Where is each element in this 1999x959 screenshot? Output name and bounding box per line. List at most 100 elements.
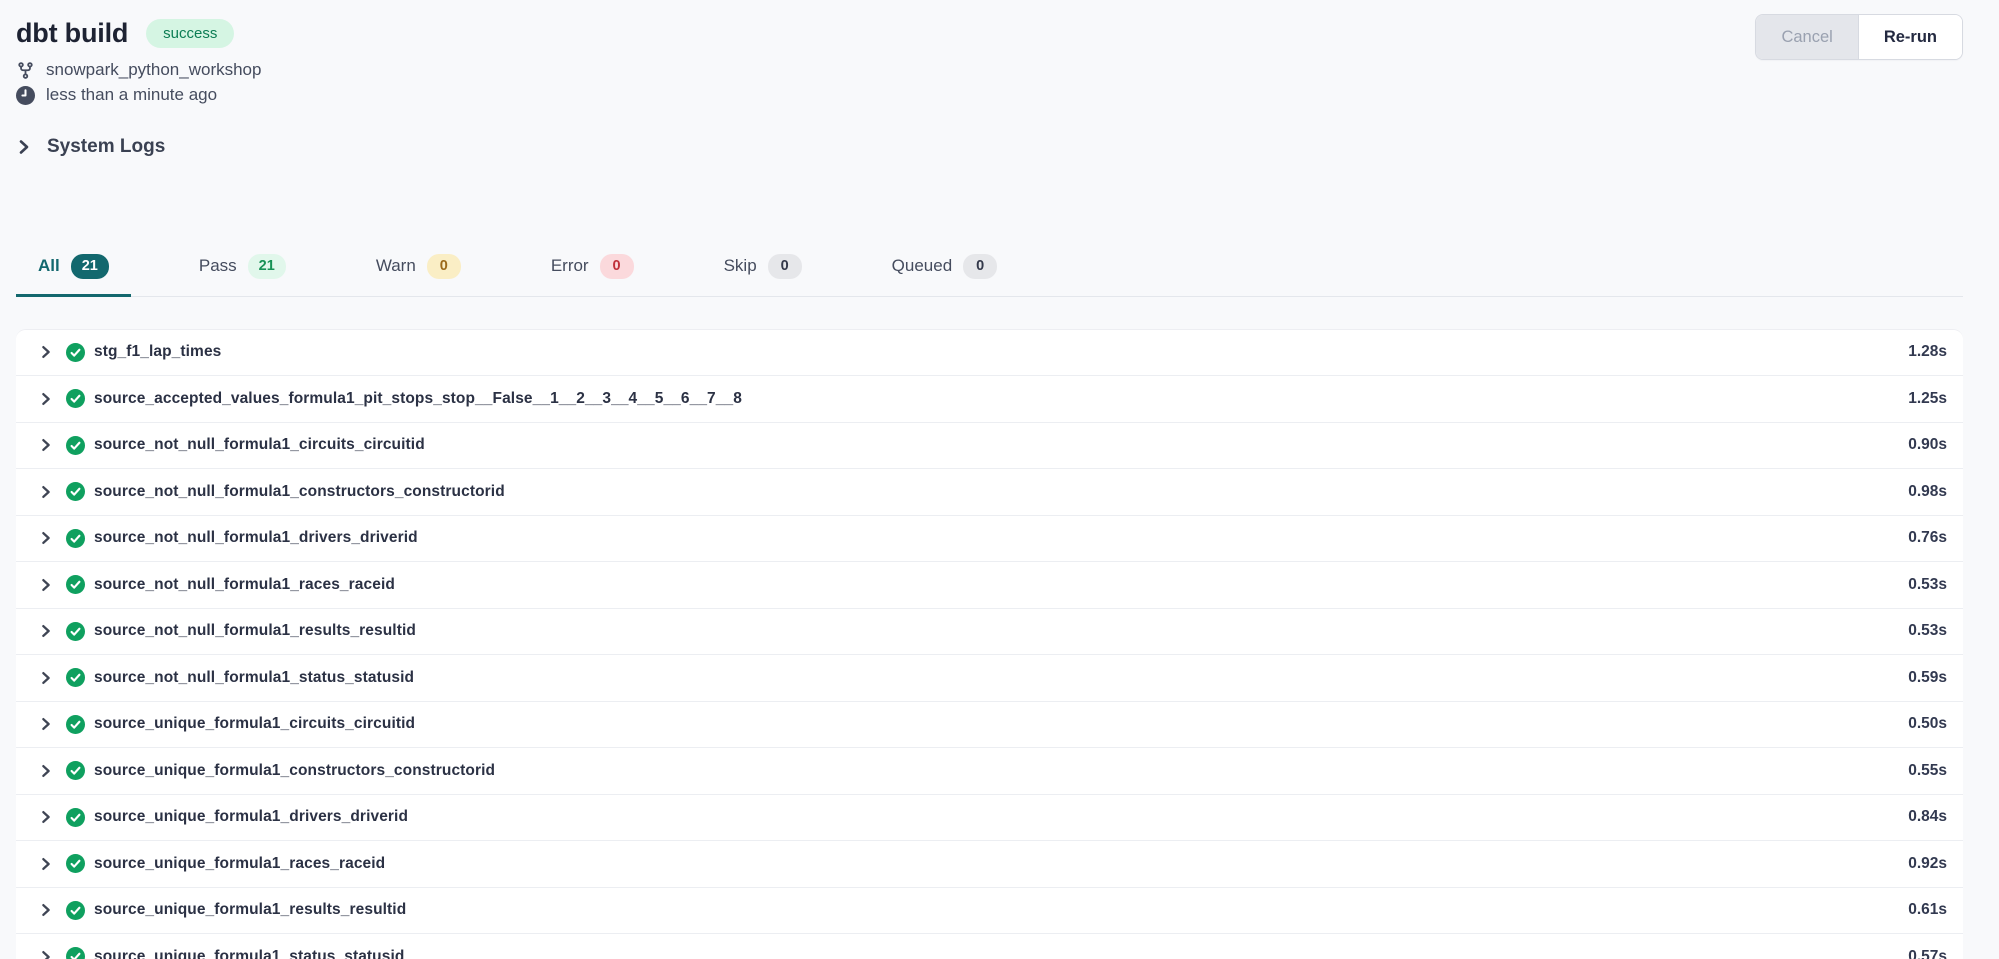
status-badge: success	[146, 19, 234, 48]
pass-check-icon	[66, 715, 85, 734]
tab-all[interactable]: All 21	[16, 242, 131, 297]
chevron-right-icon	[39, 578, 53, 592]
result-duration: 0.90s	[1908, 436, 1947, 454]
result-duration: 1.28s	[1908, 343, 1947, 361]
run-time-ago: less than a minute ago	[46, 85, 217, 105]
result-name: source_unique_formula1_drivers_driverid	[94, 808, 408, 826]
pass-check-icon	[66, 668, 85, 687]
result-name: source_accepted_values_formula1_pit_stop…	[94, 390, 742, 408]
pass-check-icon	[66, 808, 85, 827]
result-duration: 0.57s	[1908, 948, 1947, 959]
result-row[interactable]: source_unique_formula1_results_resultid …	[16, 888, 1963, 935]
result-filter-tabs: All 21 Pass 21 Warn 0 Error 0 Skip 0 Que…	[16, 242, 1963, 297]
pass-check-icon	[66, 622, 85, 641]
row-expand-button[interactable]	[26, 345, 66, 359]
row-expand-button[interactable]	[26, 624, 66, 638]
result-name: source_unique_formula1_results_resultid	[94, 901, 406, 919]
tab-queued[interactable]: Queued 0	[870, 242, 1020, 297]
tab-count-badge: 21	[248, 254, 286, 279]
result-name: source_not_null_formula1_status_statusid	[94, 669, 414, 687]
system-logs-toggle[interactable]: System Logs	[16, 136, 165, 158]
tab-count-badge: 0	[427, 254, 461, 279]
chevron-right-icon	[39, 671, 53, 685]
chevron-right-icon	[39, 764, 53, 778]
row-expand-button[interactable]	[26, 857, 66, 871]
row-expand-button[interactable]	[26, 392, 66, 406]
row-expand-button[interactable]	[26, 485, 66, 499]
result-duration: 0.53s	[1908, 622, 1947, 640]
tab-label: Queued	[892, 256, 953, 276]
result-row[interactable]: source_not_null_formula1_races_raceid 0.…	[16, 562, 1963, 609]
rerun-button[interactable]: Re-run	[1858, 15, 1962, 59]
tab-skip[interactable]: Skip 0	[702, 242, 824, 297]
row-expand-button[interactable]	[26, 764, 66, 778]
result-row[interactable]: source_not_null_formula1_results_resulti…	[16, 609, 1963, 656]
tab-pass[interactable]: Pass 21	[177, 242, 308, 297]
row-expand-button[interactable]	[26, 810, 66, 824]
result-name: source_unique_formula1_constructors_cons…	[94, 762, 495, 780]
clock-icon	[16, 86, 35, 105]
time-row: less than a minute ago	[16, 85, 261, 105]
result-row[interactable]: source_not_null_formula1_circuits_circui…	[16, 423, 1963, 470]
result-row[interactable]: source_accepted_values_formula1_pit_stop…	[16, 376, 1963, 423]
tab-count-badge: 0	[768, 254, 802, 279]
system-logs-label: System Logs	[47, 136, 165, 158]
row-expand-button[interactable]	[26, 671, 66, 685]
row-expand-button[interactable]	[26, 903, 66, 917]
pass-check-icon	[66, 389, 85, 408]
pass-check-icon	[66, 436, 85, 455]
row-expand-button[interactable]	[26, 950, 66, 959]
result-duration: 0.55s	[1908, 762, 1947, 780]
result-duration: 0.59s	[1908, 669, 1947, 687]
result-row[interactable]: source_unique_formula1_constructors_cons…	[16, 748, 1963, 795]
result-row[interactable]: source_unique_formula1_status_statusid 0…	[16, 934, 1963, 959]
result-duration: 0.98s	[1908, 483, 1947, 501]
result-row[interactable]: source_not_null_formula1_constructors_co…	[16, 469, 1963, 516]
pass-check-icon	[66, 901, 85, 920]
result-name: source_unique_formula1_status_statusid	[94, 948, 404, 959]
tab-label: Error	[551, 256, 589, 276]
result-name: source_not_null_formula1_results_resulti…	[94, 622, 416, 640]
pass-check-icon	[66, 482, 85, 501]
row-expand-button[interactable]	[26, 531, 66, 545]
tab-warn[interactable]: Warn 0	[354, 242, 483, 297]
branch-row: snowpark_python_workshop	[16, 60, 261, 80]
chevron-right-icon	[39, 531, 53, 545]
pass-check-icon	[66, 343, 85, 362]
result-row[interactable]: stg_f1_lap_times 1.28s	[16, 330, 1963, 377]
chevron-right-icon	[39, 485, 53, 499]
chevron-right-icon	[39, 950, 53, 959]
tab-label: Skip	[724, 256, 757, 276]
chevron-right-icon	[16, 139, 32, 155]
result-row[interactable]: source_unique_formula1_races_raceid 0.92…	[16, 841, 1963, 888]
result-row[interactable]: source_unique_formula1_circuits_circuiti…	[16, 702, 1963, 749]
run-header: dbt build success snowpark_python_worksh…	[16, 14, 1963, 105]
cancel-button[interactable]: Cancel	[1756, 15, 1857, 59]
result-name: source_unique_formula1_races_raceid	[94, 855, 385, 873]
result-duration: 0.92s	[1908, 855, 1947, 873]
result-duration: 0.76s	[1908, 529, 1947, 547]
tab-count-badge: 0	[600, 254, 634, 279]
result-list: stg_f1_lap_times 1.28s source_accepted_v…	[16, 329, 1963, 959]
chevron-right-icon	[39, 717, 53, 731]
tab-label: All	[38, 256, 60, 276]
result-row[interactable]: source_unique_formula1_drivers_driverid …	[16, 795, 1963, 842]
result-name: source_not_null_formula1_races_raceid	[94, 576, 395, 594]
tab-count-badge: 0	[963, 254, 997, 279]
chevron-right-icon	[39, 345, 53, 359]
result-duration: 0.53s	[1908, 576, 1947, 594]
result-row[interactable]: source_not_null_formula1_drivers_driveri…	[16, 516, 1963, 563]
result-duration: 0.50s	[1908, 715, 1947, 733]
chevron-right-icon	[39, 903, 53, 917]
tab-label: Pass	[199, 256, 237, 276]
tab-error[interactable]: Error 0	[529, 242, 656, 297]
row-expand-button[interactable]	[26, 717, 66, 731]
tab-count-badge: 21	[71, 254, 109, 279]
row-expand-button[interactable]	[26, 578, 66, 592]
row-expand-button[interactable]	[26, 438, 66, 452]
result-duration: 1.25s	[1908, 390, 1947, 408]
result-row[interactable]: source_not_null_formula1_status_statusid…	[16, 655, 1963, 702]
pass-check-icon	[66, 575, 85, 594]
chevron-right-icon	[39, 810, 53, 824]
result-duration: 0.61s	[1908, 901, 1947, 919]
